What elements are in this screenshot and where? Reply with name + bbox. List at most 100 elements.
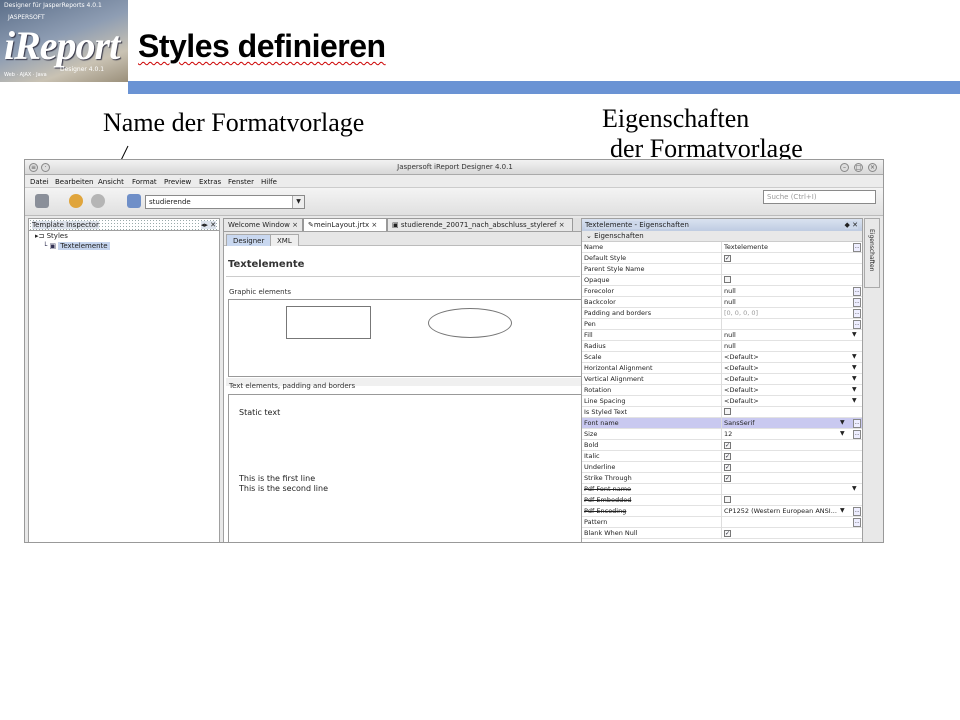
property-row[interactable]: Padding and borders [0, 0, 0, 0]...	[582, 308, 862, 319]
ellipsis-button[interactable]: ...	[853, 243, 861, 252]
property-checkbox[interactable]	[724, 496, 844, 505]
property-row[interactable]: Pattern...	[582, 517, 862, 528]
property-row[interactable]: Blank When Null ✓	[582, 528, 862, 539]
tab-welcome-window[interactable]: Welcome Window ×	[223, 218, 303, 231]
menu-datei[interactable]: Datei	[30, 178, 49, 186]
property-row[interactable]: Pen...	[582, 319, 862, 330]
property-row[interactable]: Forecolor null...	[582, 286, 862, 297]
property-value[interactable]: <Default>	[724, 386, 844, 394]
panel-close-icon[interactable]: ◆ ✕	[844, 221, 858, 229]
app-menu-icon[interactable]: ≡	[29, 163, 38, 172]
property-value[interactable]: null	[724, 342, 844, 350]
property-checkbox[interactable]	[724, 276, 844, 285]
property-row[interactable]: Bold ✓	[582, 440, 862, 451]
property-row[interactable]: Italic ✓	[582, 451, 862, 462]
chevron-down-icon[interactable]: ▼	[852, 386, 857, 393]
menu-format[interactable]: Format	[132, 178, 157, 186]
property-value[interactable]: null	[724, 287, 844, 295]
ellipsis-button[interactable]: ...	[853, 518, 861, 527]
property-row[interactable]: Parent Style Name	[582, 264, 862, 275]
property-value[interactable]: <Default>	[724, 397, 844, 405]
property-row[interactable]: Name Textelemente...	[582, 242, 862, 253]
chevron-down-icon[interactable]: ▼	[852, 353, 857, 360]
property-checkbox[interactable]: ✓	[724, 254, 844, 262]
minimize-icon[interactable]: –	[840, 163, 849, 172]
checkbox-empty-icon[interactable]	[724, 276, 731, 283]
checkbox-checked-icon[interactable]: ✓	[724, 475, 731, 482]
side-tab-eigenschaften[interactable]: Eigenschaften	[864, 218, 880, 288]
chevron-down-icon[interactable]: ▼	[852, 364, 857, 371]
property-row[interactable]: Underline ✓	[582, 462, 862, 473]
property-row[interactable]: Vertical Alignment <Default> ▼	[582, 374, 862, 385]
ellipsis-button[interactable]: ...	[853, 320, 861, 329]
window-menu-icon[interactable]: ·	[41, 163, 50, 172]
property-row[interactable]: Horizontal Alignment <Default> ▼	[582, 363, 862, 374]
checkbox-checked-icon[interactable]: ✓	[724, 255, 731, 262]
redo-icon[interactable]	[91, 194, 105, 208]
checkbox-empty-icon[interactable]	[724, 496, 731, 503]
property-checkbox[interactable]: ✓	[724, 452, 844, 460]
property-row[interactable]: Backcolor null...	[582, 297, 862, 308]
ellipsis-button[interactable]: ...	[853, 309, 861, 318]
tab-studierende-report[interactable]: ▣ studierende_20071_nach_abschluss_style…	[387, 218, 573, 231]
property-value[interactable]: Textelemente	[724, 243, 844, 251]
property-value[interactable]: [0, 0, 0, 0]	[724, 309, 844, 317]
property-row[interactable]: Is Styled Text	[582, 407, 862, 418]
ellipsis-button[interactable]: ...	[853, 287, 861, 296]
property-value[interactable]: CP1252 (Western European ANSI...	[724, 507, 844, 515]
property-checkbox[interactable]	[724, 408, 844, 417]
properties-group[interactable]: ⌄ Eigenschaften	[582, 231, 862, 242]
property-checkbox[interactable]: ✓	[724, 474, 844, 482]
datasource-icon[interactable]	[127, 194, 141, 208]
property-checkbox[interactable]: ✓	[724, 529, 844, 537]
chevron-down-icon[interactable]: ▼	[840, 507, 845, 514]
checkbox-checked-icon[interactable]: ✓	[724, 442, 731, 449]
menu-bearbeiten[interactable]: Bearbeiten	[55, 178, 93, 186]
undo-icon[interactable]	[69, 194, 83, 208]
property-value[interactable]: <Default>	[724, 375, 844, 383]
menu-hilfe[interactable]: Hilfe	[261, 178, 277, 186]
property-row[interactable]: Pdf Encoding CP1252 (Western European ANS…	[582, 506, 862, 517]
property-row[interactable]: Rotation <Default> ▼	[582, 385, 862, 396]
ellipsis-button[interactable]: ...	[853, 507, 861, 516]
property-checkbox[interactable]: ✓	[724, 463, 844, 471]
chevron-down-icon[interactable]: ▼	[840, 419, 845, 426]
property-value[interactable]: <Default>	[724, 353, 844, 361]
maximize-icon[interactable]: □	[854, 163, 863, 172]
chevron-down-icon[interactable]: ▼	[852, 375, 857, 382]
chevron-down-icon[interactable]: ▼	[852, 331, 857, 338]
chevron-down-icon[interactable]: ▼	[840, 430, 845, 437]
property-row[interactable]: Pdf Font name ▼	[582, 484, 862, 495]
ellipsis-button[interactable]: ...	[853, 298, 861, 307]
property-row[interactable]: Size 12 ▼...	[582, 429, 862, 440]
property-value[interactable]: null	[724, 331, 844, 339]
property-row[interactable]: Strike Through ✓	[582, 473, 862, 484]
property-value[interactable]: null	[724, 298, 844, 306]
property-row[interactable]: Line Spacing <Default> ▼	[582, 396, 862, 407]
tab-designer[interactable]: Designer	[226, 234, 272, 246]
tab-meinlayout[interactable]: ✎meinLayout.jrtx ×	[303, 218, 387, 231]
property-value[interactable]: <Default>	[724, 364, 844, 372]
close-window-icon[interactable]: ×	[868, 163, 877, 172]
datasource-select[interactable]: studierende ▼	[145, 195, 305, 209]
property-value[interactable]: SansSerif	[724, 419, 844, 427]
search-input[interactable]: Suche (Ctrl+I)	[763, 190, 876, 204]
property-checkbox[interactable]: ✓	[724, 441, 844, 449]
property-row[interactable]: Radius null	[582, 341, 862, 352]
property-row[interactable]: Default Style ✓	[582, 253, 862, 264]
property-value[interactable]: 12	[724, 430, 844, 438]
menu-ansicht[interactable]: Ansicht	[98, 178, 124, 186]
property-row[interactable]: Font name SansSerif ▼...	[582, 418, 862, 429]
panel-controls-icon[interactable]: ◂▸ ✕	[200, 221, 216, 229]
menu-extras[interactable]: Extras	[199, 178, 221, 186]
tab-xml[interactable]: XML	[270, 234, 299, 246]
ellipsis-button[interactable]: ...	[853, 430, 861, 439]
chevron-down-icon[interactable]: ▼	[852, 485, 857, 492]
checkbox-empty-icon[interactable]	[724, 408, 731, 415]
menu-preview[interactable]: Preview	[164, 178, 191, 186]
tree-item-textelemente[interactable]: └ ▣ Textelemente	[43, 242, 110, 250]
property-row[interactable]: Fill null ▼	[582, 330, 862, 341]
menu-fenster[interactable]: Fenster	[228, 178, 254, 186]
checkbox-checked-icon[interactable]: ✓	[724, 530, 731, 537]
property-row[interactable]: Scale <Default> ▼	[582, 352, 862, 363]
